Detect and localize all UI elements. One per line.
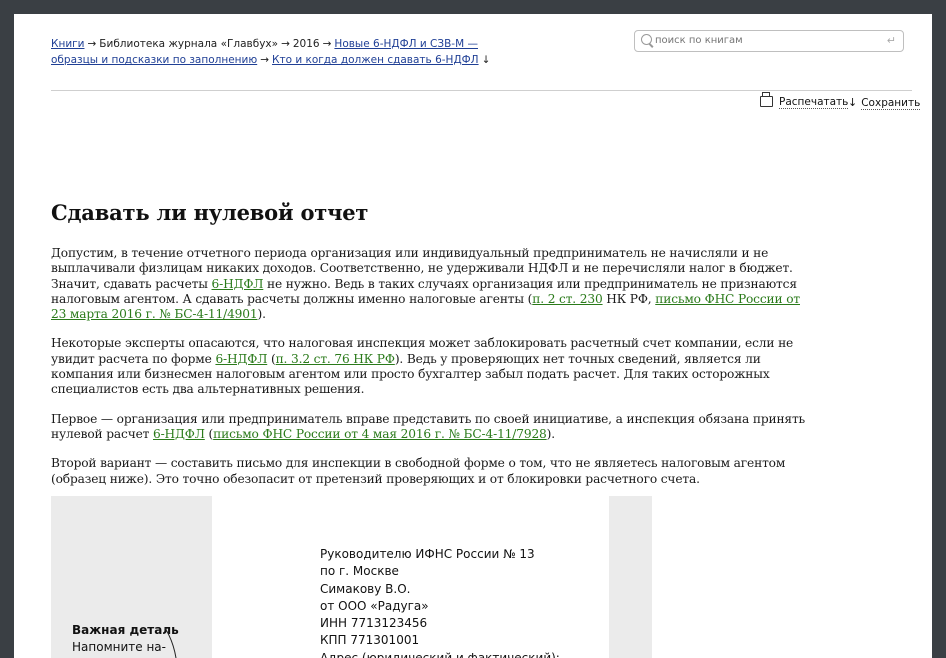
letter-line: Адрес (юридический и фактический): (320, 650, 560, 658)
breadcrumb-library: Библиотека журнала «Главбух» (99, 38, 279, 50)
header-divider (51, 90, 912, 91)
letter-line: Руководителю ИФНС России № 13 (320, 547, 535, 561)
paragraph-3: Первое — организация или предприниматель… (51, 412, 811, 443)
letter-address-block: Руководителю ИФНС России № 13 по г. Моск… (320, 546, 560, 658)
side-note-text: Напомните на- (72, 640, 166, 654)
link-nk-article-230[interactable]: п. 2 ст. 230 (532, 292, 602, 306)
article-body: Допустим, в течение отчетного периода ор… (51, 246, 811, 501)
letter-line: Симакову В.О. (320, 581, 411, 596)
printer-icon (760, 92, 773, 107)
paragraph-1: Допустим, в течение отчетного периода ор… (51, 246, 811, 322)
link-fns-letter-7928[interactable]: письмо ФНС России от 4 мая 2016 г. № БС-… (213, 427, 547, 441)
search-icon (641, 34, 652, 45)
side-note: Важная деталь Напомните на- (72, 622, 179, 656)
save-button[interactable]: ↓ Сохранить (848, 96, 921, 110)
paragraph-2: Некоторые эксперты опасаются, что налого… (51, 336, 811, 397)
breadcrumb: Книги → Библиотека журнала «Главбух» → 2016 →… (51, 36, 521, 68)
article-title: Сдавать ли нулевой отчет (51, 200, 369, 225)
save-label: Сохранить (861, 97, 921, 110)
breadcrumb-separator: → (87, 38, 97, 50)
enter-icon[interactable]: ↵ (887, 34, 896, 47)
text: ( (267, 351, 276, 366)
link-nk-article-76[interactable]: п. 3.2 ст. 76 НК РФ (276, 352, 395, 366)
breadcrumb-chapter-link[interactable]: Кто и когда должен сдавать 6-НДФЛ (272, 54, 479, 66)
breadcrumb-separator: → (322, 38, 332, 50)
letter-line: КПП 771301001 (320, 633, 420, 648)
letter-line: по г. Москве (320, 564, 399, 579)
text: ( (204, 426, 214, 441)
print-button[interactable]: Распечатать (760, 92, 849, 109)
download-icon: ↓ (848, 96, 858, 109)
text: ). (546, 426, 556, 441)
text: ). (257, 307, 267, 322)
side-note-title: Важная деталь (72, 623, 179, 637)
breadcrumb-books-link[interactable]: Книги (51, 38, 84, 50)
breadcrumb-down-arrow-icon[interactable]: ↓ (482, 54, 491, 66)
page: Книги → Библиотека журнала «Главбух» → 2016 →… (14, 14, 932, 658)
paragraph-4: Второй вариант — составить письмо для ин… (51, 456, 786, 486)
text: НК РФ, (602, 291, 656, 306)
letter-line: ИНН 7713123456 (320, 616, 428, 631)
link-6ndfl[interactable]: 6-НДФЛ (212, 277, 264, 291)
search-input[interactable] (655, 33, 875, 48)
breadcrumb-separator: → (260, 54, 270, 66)
link-6ndfl[interactable]: 6-НДФЛ (153, 427, 205, 441)
breadcrumb-separator: → (281, 38, 290, 50)
print-label: Распечатать (779, 96, 849, 109)
breadcrumb-year: 2016 (292, 38, 320, 50)
letter-line: от ООО «Радуга» (320, 598, 429, 613)
search-box[interactable]: ↵ (634, 30, 904, 52)
link-6ndfl[interactable]: 6-НДФЛ (215, 352, 267, 366)
